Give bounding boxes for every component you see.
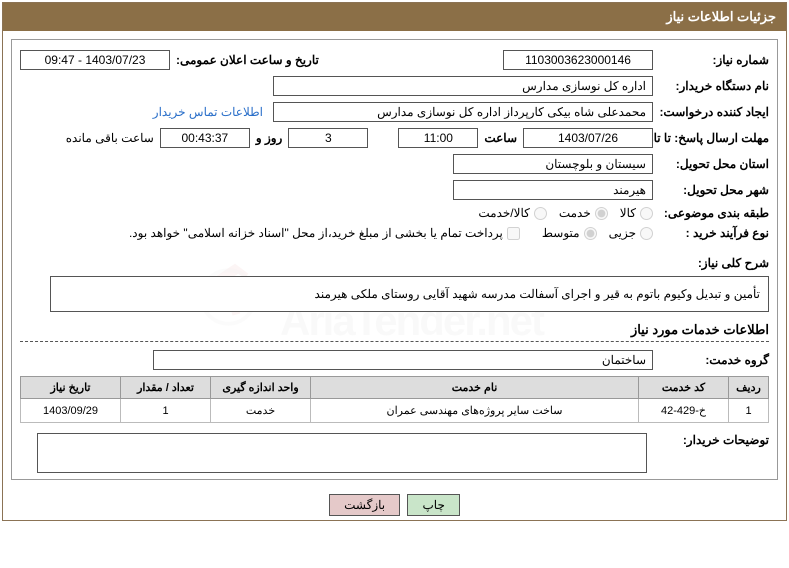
col-unit: واحد اندازه گیری xyxy=(211,377,311,399)
buyer-org-field: اداره کل نوسازی مدارس xyxy=(273,76,653,96)
buyer-notes-box xyxy=(37,433,647,473)
print-button[interactable]: چاپ xyxy=(407,494,459,516)
announce-label: تاریخ و ساعت اعلان عمومی: xyxy=(176,53,319,67)
creator-field: محمدعلی شاه بیکی کارپرداز اداره کل نوساز… xyxy=(273,102,653,122)
radio-kala-input[interactable] xyxy=(640,207,653,220)
radio-kala-label: کالا xyxy=(620,206,636,220)
time-word-label: ساعت xyxy=(484,131,517,145)
radio-khedmat-input[interactable] xyxy=(595,207,608,220)
service-group-field: ساختمان xyxy=(153,350,653,370)
col-row: ردیف xyxy=(729,377,769,399)
page-title: جزئیات اطلاعات نیاز xyxy=(3,3,786,31)
radio-medium[interactable]: متوسط xyxy=(542,226,597,240)
city-field: هیرمند xyxy=(453,180,653,200)
creator-label: ایجاد کننده درخواست: xyxy=(659,105,769,119)
radio-khedmat-label: خدمت xyxy=(559,206,591,220)
cell-code: خ-429-42 xyxy=(639,399,729,423)
need-number-label: شماره نیاز: xyxy=(659,53,769,67)
announce-field: 1403/07/23 - 09:47 xyxy=(20,50,170,70)
cell-row: 1 xyxy=(729,399,769,423)
time-remaining-field: 00:43:37 xyxy=(160,128,250,148)
cell-qty: 1 xyxy=(121,399,211,423)
purchase-type-label: نوع فرآیند خرید : xyxy=(659,226,769,240)
main-panel: شماره نیاز: 1103003623000146 تاریخ و ساع… xyxy=(11,39,778,480)
col-date: تاریخ نیاز xyxy=(21,377,121,399)
col-name: نام خدمت xyxy=(311,377,639,399)
payment-checkbox-input[interactable] xyxy=(507,227,520,240)
buyer-org-label: نام دستگاه خریدار: xyxy=(659,79,769,93)
days-and-label: روز و xyxy=(256,131,283,145)
radio-kala-khedmat-input[interactable] xyxy=(534,207,547,220)
services-section-title: اطلاعات خدمات مورد نیاز xyxy=(20,322,769,342)
radio-small-input[interactable] xyxy=(640,227,653,240)
deadline-time-field: 11:00 xyxy=(398,128,478,148)
buyer-notes-label: توضیحات خریدار: xyxy=(659,433,769,447)
payment-note: پرداخت تمام یا بخشی از مبلغ خرید،از محل … xyxy=(129,226,503,240)
service-group-label: گروه خدمت: xyxy=(659,353,769,367)
radio-small[interactable]: جزیی xyxy=(609,226,653,240)
radio-kala-khedmat[interactable]: کالا/خدمت xyxy=(478,206,546,220)
province-field: سیستان و بلوچستان xyxy=(453,154,653,174)
radio-kala[interactable]: کالا xyxy=(620,206,653,220)
radio-small-label: جزیی xyxy=(609,226,636,240)
radio-khedmat[interactable]: خدمت xyxy=(559,206,608,220)
deadline-label: مهلت ارسال پاسخ: تا تاریخ: xyxy=(659,131,769,145)
city-label: شهر محل تحویل: xyxy=(659,183,769,197)
back-button[interactable]: بازگشت xyxy=(329,494,400,516)
summary-label: شرح کلی نیاز: xyxy=(659,256,769,270)
need-number-field: 1103003623000146 xyxy=(503,50,653,70)
province-label: استان محل تحویل: xyxy=(659,157,769,171)
table-row: 1 خ-429-42 ساخت سایر پروژه‌های مهندسی عم… xyxy=(21,399,769,423)
cell-name: ساخت سایر پروژه‌های مهندسی عمران xyxy=(311,399,639,423)
radio-kala-khedmat-label: کالا/خدمت xyxy=(478,206,529,220)
buyer-contact-link[interactable]: اطلاعات تماس خریدار xyxy=(153,105,263,119)
payment-checkbox[interactable]: پرداخت تمام یا بخشی از مبلغ خرید،از محل … xyxy=(129,226,520,240)
radio-medium-input[interactable] xyxy=(584,227,597,240)
subject-class-label: طبقه بندی موضوعی: xyxy=(659,206,769,220)
remaining-label: ساعت باقی مانده xyxy=(66,131,154,145)
services-table: ردیف کد خدمت نام خدمت واحد اندازه گیری ت… xyxy=(20,376,769,423)
cell-date: 1403/09/29 xyxy=(21,399,121,423)
radio-medium-label: متوسط xyxy=(542,226,580,240)
deadline-date-field: 1403/07/26 xyxy=(523,128,653,148)
col-qty: تعداد / مقدار xyxy=(121,377,211,399)
summary-box: تأمین و تبدیل وکیوم باتوم به قیر و اجرای… xyxy=(50,276,769,312)
col-code: کد خدمت xyxy=(639,377,729,399)
days-remaining-field: 3 xyxy=(288,128,368,148)
cell-unit: خدمت xyxy=(211,399,311,423)
